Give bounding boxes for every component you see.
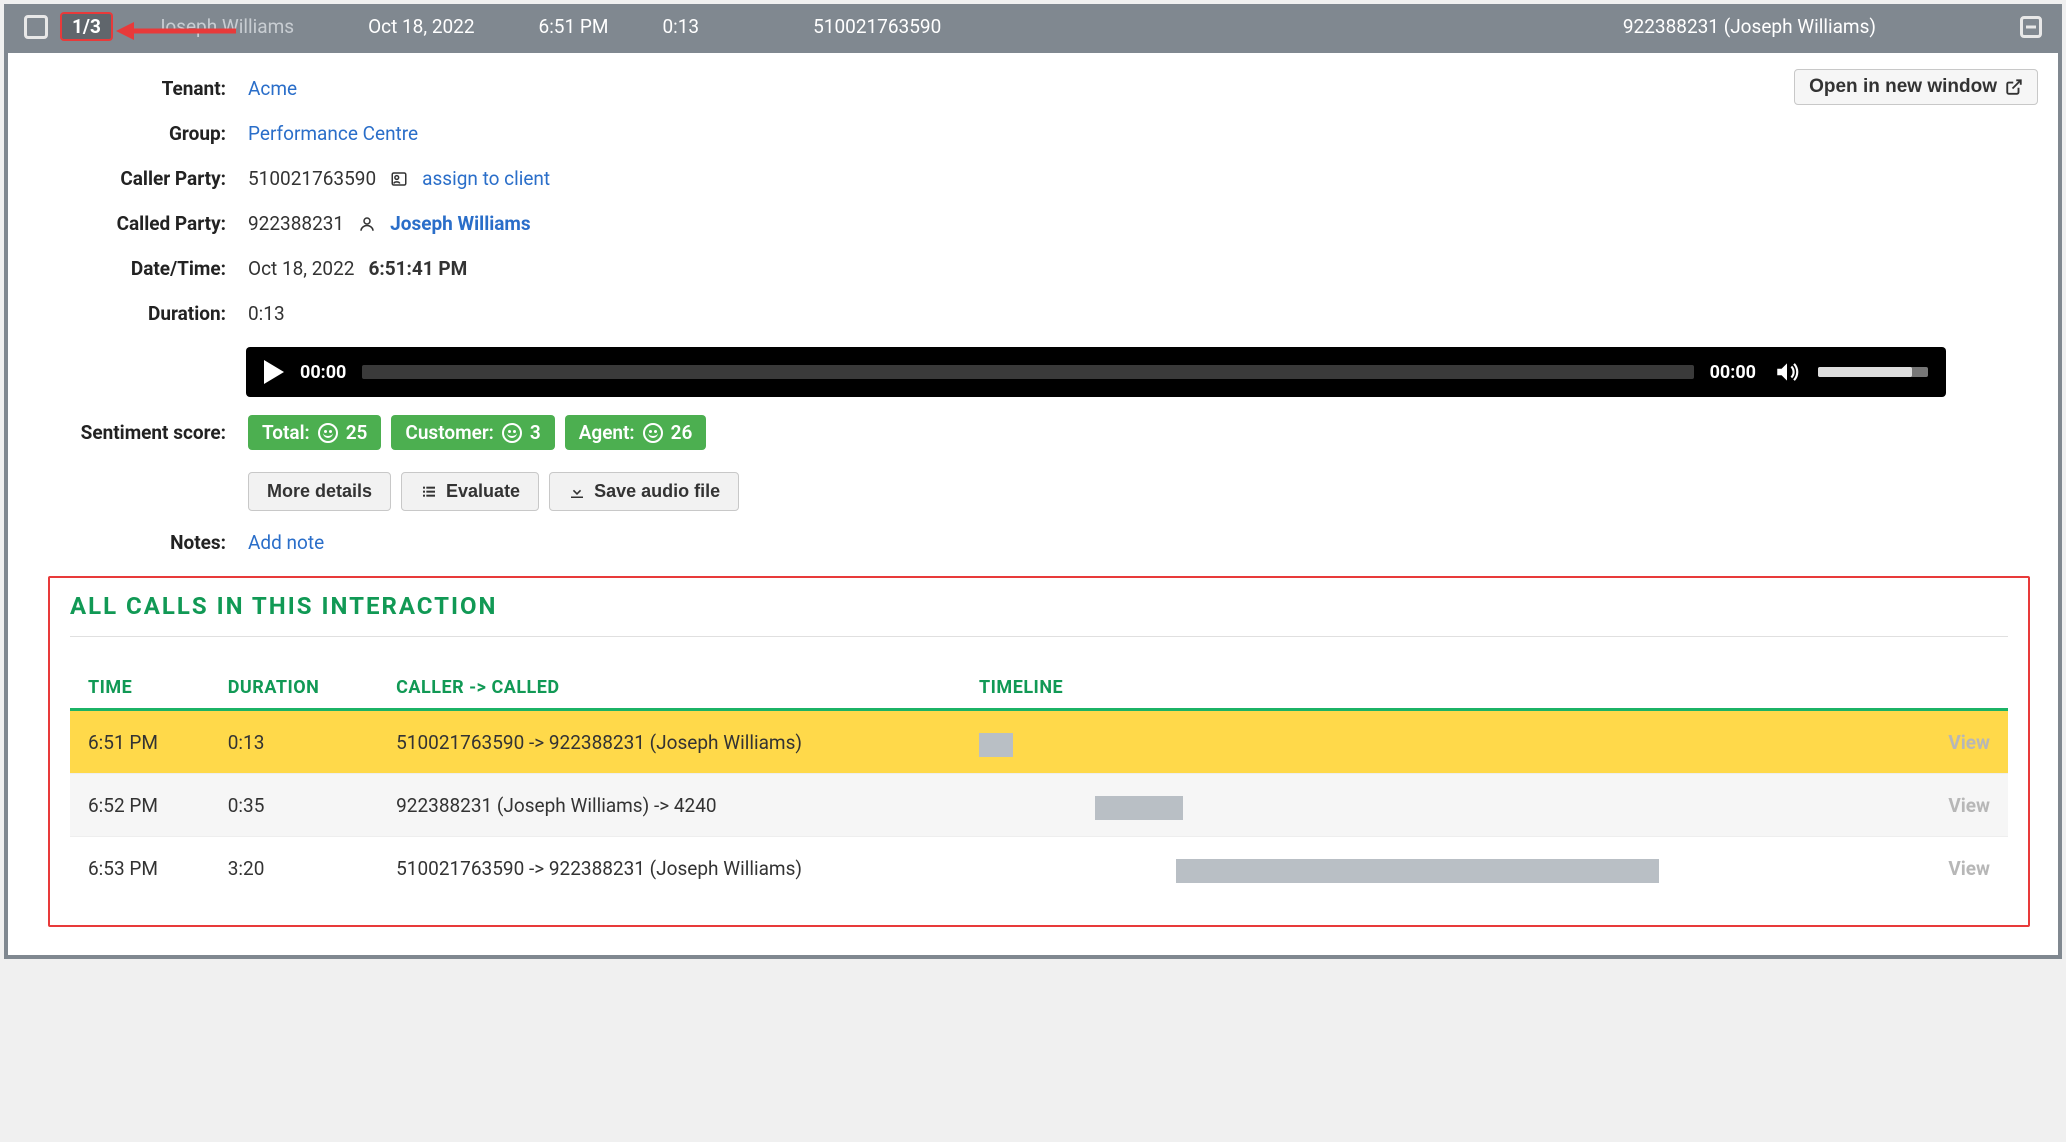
header-duration: 0:13 xyxy=(662,15,699,38)
sentiment-agent-badge[interactable]: Agent: 26 xyxy=(565,415,707,450)
col-view xyxy=(1906,667,2008,710)
cell-timeline xyxy=(961,710,1906,774)
sentiment-total-badge[interactable]: Total: 25 xyxy=(248,415,381,450)
record-header: 1/3 Joseph Williams Oct 18, 2022 6:51 PM… xyxy=(8,8,2058,53)
cell-time: 6:52 PM xyxy=(70,774,210,837)
open-new-window-label: Open in new window xyxy=(1809,76,1997,98)
group-label: Group: xyxy=(48,122,248,145)
assign-to-client-link[interactable]: assign to client xyxy=(422,167,550,190)
header-time: 6:51 PM xyxy=(539,15,609,38)
audio-seek-bar[interactable] xyxy=(362,365,1693,379)
cell-caller-called: 510021763590 -> 922388231 (Joseph Willia… xyxy=(378,837,961,900)
duration-value: 0:13 xyxy=(248,302,285,325)
contact-card-icon xyxy=(390,170,408,188)
smiley-icon xyxy=(643,423,663,443)
download-icon xyxy=(568,483,586,501)
open-new-window-button[interactable]: Open in new window xyxy=(1794,69,2038,105)
cell-duration: 0:13 xyxy=(210,710,378,774)
smiley-icon xyxy=(318,423,338,443)
view-link[interactable]: View xyxy=(1948,857,1990,880)
smiley-icon xyxy=(502,423,522,443)
caller-party-number: 510021763590 xyxy=(248,167,376,190)
col-caller-called[interactable]: CALLER -> CALLED xyxy=(378,667,961,710)
cell-timeline xyxy=(961,837,1906,900)
more-details-button[interactable]: More details xyxy=(248,472,391,511)
evaluate-button[interactable]: Evaluate xyxy=(401,472,539,511)
col-duration[interactable]: DURATION xyxy=(210,667,378,710)
called-party-number: 922388231 xyxy=(248,212,344,235)
group-link[interactable]: Performance Centre xyxy=(248,122,418,145)
volume-icon[interactable] xyxy=(1772,359,1802,385)
person-icon xyxy=(358,215,376,233)
record-panel: 1/3 Joseph Williams Oct 18, 2022 6:51 PM… xyxy=(4,4,2062,959)
volume-slider[interactable] xyxy=(1818,367,1928,377)
datetime-label: Date/Time: xyxy=(48,257,248,280)
cell-caller-called: 922388231 (Joseph Williams) -> 4240 xyxy=(378,774,961,837)
called-party-name-link[interactable]: Joseph Williams xyxy=(390,212,531,235)
header-called-display: 922388231 (Joseph Williams) xyxy=(1623,15,1876,38)
time-value: 6:51:41 PM xyxy=(368,257,467,280)
interaction-calls-section: ALL CALLS IN THIS INTERACTION TIME DURAT… xyxy=(48,576,2030,927)
date-value: Oct 18, 2022 xyxy=(248,257,354,280)
record-body: Open in new window Tenant: Acme Group: P… xyxy=(8,53,2058,955)
called-party-label: Called Party: xyxy=(48,212,248,235)
audio-current-time: 00:00 xyxy=(300,362,346,383)
col-time[interactable]: TIME xyxy=(70,667,210,710)
save-audio-button[interactable]: Save audio file xyxy=(549,472,739,511)
section-title: ALL CALLS IN THIS INTERACTION xyxy=(70,592,2008,637)
add-note-link[interactable]: Add note xyxy=(248,531,324,554)
cell-time: 6:51 PM xyxy=(70,710,210,774)
tenant-label: Tenant: xyxy=(48,77,248,100)
cell-time: 6:53 PM xyxy=(70,837,210,900)
table-row[interactable]: 6:52 PM0:35922388231 (Joseph Williams) -… xyxy=(70,774,2008,837)
collapse-icon[interactable] xyxy=(2020,16,2042,38)
play-button[interactable] xyxy=(264,360,284,384)
view-link[interactable]: View xyxy=(1948,731,1990,754)
calls-table: TIME DURATION CALLER -> CALLED TIMELINE … xyxy=(70,667,2008,899)
cell-duration: 3:20 xyxy=(210,837,378,900)
header-caller-number: 510021763590 xyxy=(813,15,941,38)
caller-party-label: Caller Party: xyxy=(48,167,248,190)
header-agent-name: Joseph Williams xyxy=(155,15,294,38)
col-timeline[interactable]: TIMELINE xyxy=(961,667,1906,710)
cell-duration: 0:35 xyxy=(210,774,378,837)
duration-label: Duration: xyxy=(48,302,248,325)
audio-player: 00:00 00:00 xyxy=(246,347,1946,397)
audio-total-time: 00:00 xyxy=(1710,362,1756,383)
external-link-icon xyxy=(2005,78,2023,96)
select-checkbox[interactable] xyxy=(24,15,48,39)
list-icon xyxy=(420,484,438,500)
tenant-link[interactable]: Acme xyxy=(248,77,297,100)
header-date: Oct 18, 2022 xyxy=(368,15,474,38)
sentiment-customer-badge[interactable]: Customer: 3 xyxy=(391,415,554,450)
notes-label: Notes: xyxy=(48,531,248,554)
segment-counter-badge[interactable]: 1/3 xyxy=(60,12,113,41)
cell-timeline xyxy=(961,774,1906,837)
table-row[interactable]: 6:53 PM3:20510021763590 -> 922388231 (Jo… xyxy=(70,837,2008,900)
table-row[interactable]: 6:51 PM0:13510021763590 -> 922388231 (Jo… xyxy=(70,710,2008,774)
cell-caller-called: 510021763590 -> 922388231 (Joseph Willia… xyxy=(378,710,961,774)
view-link[interactable]: View xyxy=(1948,794,1990,817)
sentiment-label: Sentiment score: xyxy=(48,421,248,444)
